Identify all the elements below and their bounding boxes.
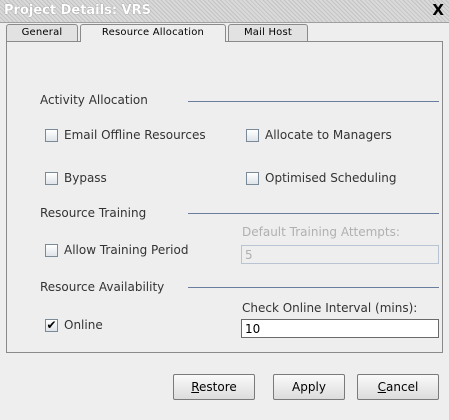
checkbox-box[interactable] [45, 128, 58, 142]
restore-mnemonic: R [191, 380, 200, 394]
allow-training-period-checkbox[interactable]: Allow Training Period [45, 243, 188, 257]
email-offline-label: Email Offline Resources [64, 128, 206, 142]
bypass-label: Bypass [64, 171, 107, 185]
checkbox-box[interactable] [246, 171, 259, 185]
allocate-managers-checkbox[interactable]: Allocate to Managers [246, 128, 392, 142]
separator [188, 287, 439, 288]
optimised-scheduling-checkbox[interactable]: Optimised Scheduling [246, 171, 397, 185]
checkbox-box[interactable] [246, 128, 259, 142]
online-checkbox[interactable]: ✔ Online [45, 318, 103, 332]
window-title: Project Details: VRS [4, 3, 151, 18]
cancel-mnemonic: C [377, 380, 387, 394]
allow-training-period-label: Allow Training Period [64, 243, 189, 257]
cancel-label: ancel [386, 380, 419, 394]
checkbox-box[interactable] [45, 243, 58, 257]
section-heading-resource-training: Resource Training [40, 206, 147, 220]
bypass-checkbox[interactable]: Bypass [45, 171, 107, 185]
tab-resource-allocation[interactable]: Resource Allocation [80, 24, 226, 42]
checkbox-box[interactable] [45, 171, 58, 185]
section-heading-resource-availability: Resource Availability [40, 280, 165, 294]
title-bar[interactable]: Project Details: VRS X [0, 0, 449, 23]
default-training-attempts-field[interactable] [241, 245, 439, 264]
tab-mail-host[interactable]: Mail Host [228, 24, 308, 41]
online-label: Online [64, 318, 103, 332]
default-training-attempts-label: Default Training Attempts: [242, 225, 400, 239]
allocate-managers-label: Allocate to Managers [265, 128, 392, 142]
check-online-interval-label: Check Online Interval (mins): [242, 301, 418, 315]
restore-label: estore [199, 380, 237, 394]
restore-button[interactable]: Restore [173, 374, 255, 400]
checkmark-icon[interactable]: ✔ [45, 318, 58, 332]
separator [188, 213, 439, 214]
email-offline-checkbox[interactable]: Email Offline Resources [45, 128, 206, 142]
separator [188, 101, 439, 102]
close-icon[interactable]: X [432, 2, 444, 18]
cancel-button[interactable]: Cancel [357, 374, 439, 400]
section-heading-activity-allocation: Activity Allocation [40, 93, 148, 107]
check-online-interval-field[interactable] [241, 319, 439, 338]
tab-general[interactable]: General [6, 24, 78, 41]
optimised-scheduling-label: Optimised Scheduling [265, 171, 397, 185]
apply-button[interactable]: Apply [273, 374, 345, 400]
